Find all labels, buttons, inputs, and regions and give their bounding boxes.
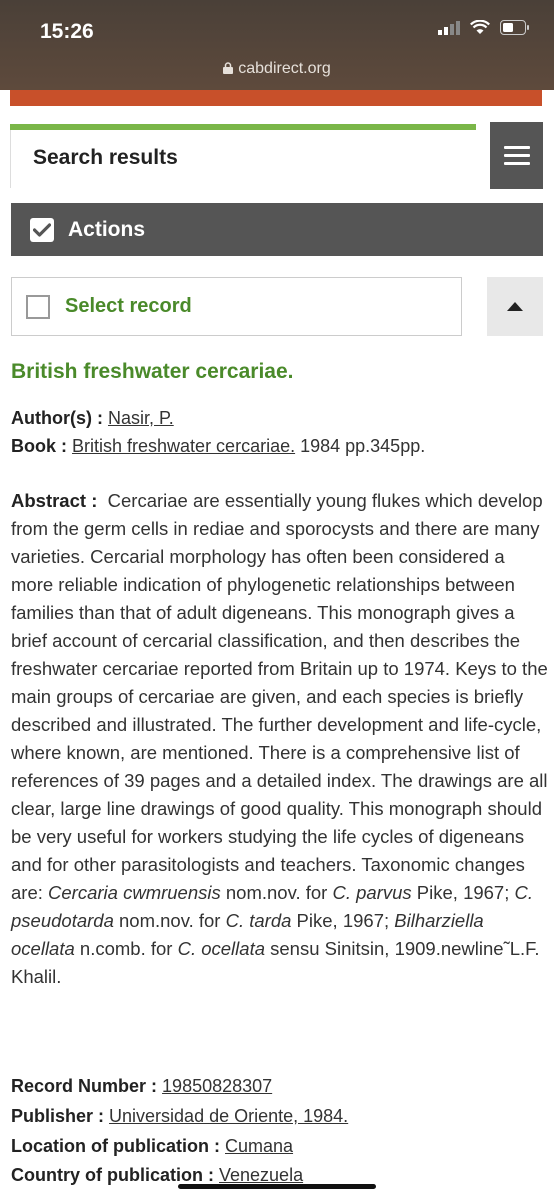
home-indicator[interactable] xyxy=(178,1184,376,1189)
search-results-header: Search results xyxy=(10,130,477,188)
record-number-link[interactable]: 19850828307 xyxy=(162,1076,272,1096)
url-text: cabdirect.org xyxy=(238,60,331,77)
taxon-name: C. ocellata xyxy=(177,938,265,959)
browser-status-bar: 15:26 cabdirect.org xyxy=(0,0,554,90)
location-link[interactable]: Cumana xyxy=(225,1136,293,1156)
hamburger-icon xyxy=(503,146,530,149)
book-details: 1984 pp.345pp. xyxy=(295,436,426,456)
author-link[interactable]: Nasir, P. xyxy=(108,408,174,428)
wifi-icon xyxy=(470,20,490,34)
abstract-label: Abstract : xyxy=(11,490,98,511)
hamburger-icon xyxy=(503,154,530,157)
author-label: Author(s) : xyxy=(11,408,103,428)
abstract-text: Pike, 1967; xyxy=(411,882,515,903)
record-number-row: Record Number : 19850828307 xyxy=(11,1072,272,1100)
select-record-label: Select record xyxy=(65,295,192,317)
publisher-row: Publisher : Universidad de Oriente, 1984… xyxy=(11,1102,348,1130)
page-title: Search results xyxy=(33,146,178,169)
spacer xyxy=(0,106,554,126)
abstract: Abstract : Cercariae are essentially you… xyxy=(11,487,551,991)
hamburger-icon xyxy=(503,162,530,165)
abstract-text: Pike, 1967; xyxy=(291,910,395,931)
country-label: Country of publication : xyxy=(11,1165,214,1185)
url-bar[interactable]: cabdirect.org xyxy=(0,60,554,78)
lock-icon xyxy=(223,62,234,74)
book-label: Book : xyxy=(11,436,67,456)
signal-icon xyxy=(438,20,460,35)
abstract-text: nom.nov. for xyxy=(220,882,333,903)
battery-icon xyxy=(500,20,529,35)
abstract-text: nom.nov. for xyxy=(113,910,226,931)
menu-button[interactable] xyxy=(490,122,543,189)
taxon-name: Cercaria cwmruensis xyxy=(48,882,221,903)
abstract-text: n.comb. for xyxy=(74,938,178,959)
actions-label: Actions xyxy=(68,217,146,241)
country-link[interactable]: Venezuela xyxy=(219,1165,303,1185)
taxon-name: C. parvus xyxy=(332,882,412,903)
publisher-label: Publisher : xyxy=(11,1106,105,1126)
book-row: Book : British freshwater cercariae. 198… xyxy=(11,432,425,460)
book-link[interactable]: British freshwater cercariae. xyxy=(72,436,295,456)
checkbox-checked-icon xyxy=(30,217,54,242)
publisher-link[interactable]: Universidad de Oriente, 1984. xyxy=(109,1106,348,1126)
select-record-checkbox[interactable]: Select record xyxy=(11,277,462,336)
location-row: Location of publication : Cumana xyxy=(11,1132,293,1160)
checkbox-icon xyxy=(26,294,50,319)
abstract-text: Cercariae are essentially young flukes w… xyxy=(11,490,548,903)
taxon-name: C. tarda xyxy=(225,910,292,931)
record-number-label: Record Number : xyxy=(11,1076,158,1096)
chevron-up-icon xyxy=(507,302,523,311)
record-title: British freshwater cercariae. xyxy=(11,360,294,383)
author-row: Author(s) : Nasir, P. xyxy=(11,404,174,432)
status-icons xyxy=(438,20,530,35)
clock: 15:26 xyxy=(40,20,94,43)
collapse-button[interactable] xyxy=(487,277,543,336)
actions-bar[interactable]: Actions xyxy=(11,203,543,256)
site-header-strip xyxy=(10,90,542,106)
location-label: Location of publication : xyxy=(11,1136,220,1156)
